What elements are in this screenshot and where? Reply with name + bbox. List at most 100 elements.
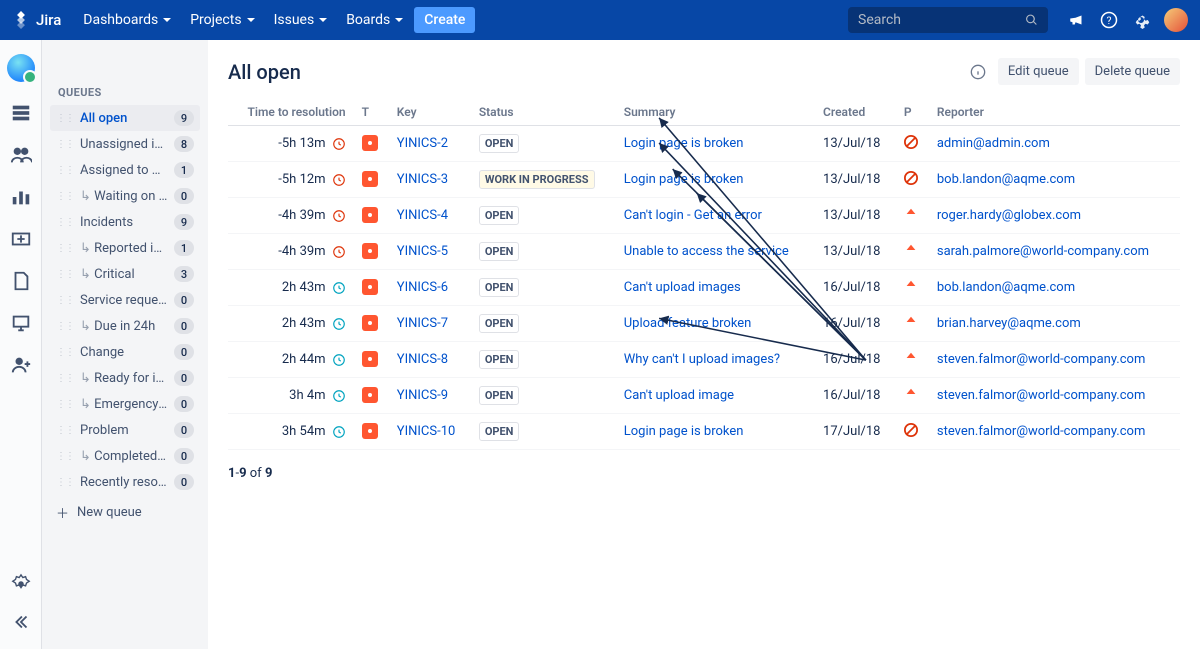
- queue-reported-in-the-la-[interactable]: ⋮⋮Reported in the la...1: [50, 235, 200, 261]
- col-t[interactable]: T: [354, 99, 389, 126]
- drag-handle-icon[interactable]: ⋮⋮: [56, 243, 74, 254]
- queue-critical[interactable]: ⋮⋮Critical3: [50, 261, 200, 287]
- table-row[interactable]: 2h 43mYINICS-7OPENUpload feature broken1…: [228, 306, 1180, 342]
- reports-icon[interactable]: [10, 186, 32, 208]
- info-icon[interactable]: [970, 64, 986, 80]
- summary-link[interactable]: Login page is broken: [624, 424, 744, 439]
- nav-dashboards[interactable]: Dashboards: [75, 7, 180, 33]
- queue-emergency-change[interactable]: ⋮⋮Emergency change0: [50, 391, 200, 417]
- kb-icon[interactable]: [10, 270, 32, 292]
- col-summary[interactable]: Summary: [616, 99, 815, 126]
- queue-completed-last-3-[interactable]: ⋮⋮Completed last 3...0: [50, 443, 200, 469]
- issue-key-link[interactable]: YINICS-4: [397, 208, 448, 223]
- summary-link[interactable]: Can't upload image: [624, 388, 734, 403]
- drag-handle-icon[interactable]: ⋮⋮: [56, 373, 74, 384]
- reporter-link[interactable]: admin@admin.com: [937, 136, 1050, 151]
- drag-handle-icon[interactable]: ⋮⋮: [56, 217, 74, 228]
- queue-unassigned-issues[interactable]: ⋮⋮Unassigned issues8: [50, 131, 200, 157]
- gear-icon[interactable]: [1132, 11, 1150, 29]
- nav-issues[interactable]: Issues: [266, 7, 337, 33]
- reporter-link[interactable]: roger.hardy@globex.com: [937, 208, 1081, 223]
- user-avatar[interactable]: [1164, 8, 1188, 32]
- reporter-link[interactable]: brian.harvey@aqme.com: [937, 316, 1081, 331]
- issue-key-link[interactable]: YINICS-8: [397, 352, 448, 367]
- invite-icon[interactable]: [10, 354, 32, 376]
- edit-queue-button[interactable]: Edit queue: [998, 58, 1079, 85]
- issue-key-link[interactable]: YINICS-2: [397, 136, 448, 151]
- summary-link[interactable]: Upload feature broken: [624, 316, 752, 331]
- issue-key-link[interactable]: YINICS-10: [397, 424, 456, 439]
- col-time-to-resolution[interactable]: Time to resolution: [228, 99, 354, 126]
- drag-handle-icon[interactable]: ⋮⋮: [56, 399, 74, 410]
- reporter-link[interactable]: steven.falmor@world-company.com: [937, 352, 1146, 367]
- drag-handle-icon[interactable]: ⋮⋮: [56, 451, 74, 462]
- search-input[interactable]: [858, 12, 1025, 28]
- create-button[interactable]: Create: [414, 7, 475, 33]
- queue-recently-resolved[interactable]: ⋮⋮Recently resolved0: [50, 469, 200, 495]
- col-p[interactable]: P: [896, 99, 929, 126]
- collapse-icon[interactable]: [10, 611, 32, 633]
- issue-key-link[interactable]: YINICS-9: [397, 388, 448, 403]
- drag-handle-icon[interactable]: ⋮⋮: [56, 347, 74, 358]
- nav-boards[interactable]: Boards: [338, 7, 412, 33]
- help-icon[interactable]: ?: [1100, 11, 1118, 29]
- reporter-link[interactable]: steven.falmor@world-company.com: [937, 424, 1146, 439]
- new-queue[interactable]: ＋ New queue: [50, 495, 200, 530]
- nav-projects[interactable]: Projects: [182, 7, 263, 33]
- issue-key-link[interactable]: YINICS-7: [397, 316, 448, 331]
- queue-incidents[interactable]: ⋮⋮Incidents9: [50, 209, 200, 235]
- delete-queue-button[interactable]: Delete queue: [1085, 58, 1180, 85]
- reporter-link[interactable]: bob.landon@aqme.com: [937, 172, 1075, 187]
- queues-icon[interactable]: [10, 102, 32, 124]
- settings-rail-icon[interactable]: [10, 573, 32, 595]
- drag-handle-icon[interactable]: ⋮⋮: [56, 321, 74, 332]
- drag-handle-icon[interactable]: ⋮⋮: [56, 165, 74, 176]
- issue-key-link[interactable]: YINICS-6: [397, 280, 448, 295]
- issue-key-link[interactable]: YINICS-3: [397, 172, 448, 187]
- table-row[interactable]: -4h 39mYINICS-5OPENUnable to access the …: [228, 234, 1180, 270]
- table-row[interactable]: 3h 54mYINICS-10OPENLogin page is broken1…: [228, 414, 1180, 450]
- reporter-link[interactable]: bob.landon@aqme.com: [937, 280, 1075, 295]
- channels-icon[interactable]: [10, 312, 32, 334]
- summary-link[interactable]: Login page is broken: [624, 136, 744, 151]
- table-row[interactable]: -4h 39mYINICS-4OPENCan't login - Get an …: [228, 198, 1180, 234]
- queue-change[interactable]: ⋮⋮Change0: [50, 339, 200, 365]
- col-status[interactable]: Status: [471, 99, 616, 126]
- megaphone-icon[interactable]: [1068, 11, 1086, 29]
- col-created[interactable]: Created: [815, 99, 896, 126]
- queue-service-requests[interactable]: ⋮⋮Service requests0: [50, 287, 200, 313]
- customers-icon[interactable]: [10, 144, 32, 166]
- table-row[interactable]: 2h 44mYINICS-8OPENWhy can't I upload ima…: [228, 342, 1180, 378]
- summary-link[interactable]: Why can't I upload images?: [624, 352, 780, 367]
- col-key[interactable]: Key: [389, 99, 471, 126]
- drag-handle-icon[interactable]: ⋮⋮: [56, 477, 74, 488]
- summary-link[interactable]: Login page is broken: [624, 172, 744, 187]
- summary-link[interactable]: Unable to access the service: [624, 244, 789, 259]
- reporter-link[interactable]: steven.falmor@world-company.com: [937, 388, 1146, 403]
- search-box[interactable]: [848, 7, 1048, 33]
- drag-handle-icon[interactable]: ⋮⋮: [56, 425, 74, 436]
- jira-logo[interactable]: Jira: [12, 11, 61, 29]
- drag-handle-icon[interactable]: ⋮⋮: [56, 295, 74, 306]
- raise-request-icon[interactable]: [10, 228, 32, 250]
- queue-problem[interactable]: ⋮⋮Problem0: [50, 417, 200, 443]
- drag-handle-icon[interactable]: ⋮⋮: [56, 191, 74, 202]
- queue-all-open[interactable]: ⋮⋮All open9: [50, 105, 200, 131]
- summary-link[interactable]: Can't login - Get an error: [624, 208, 762, 223]
- project-avatar[interactable]: [7, 54, 35, 82]
- reporter-link[interactable]: sarah.palmore@world-company.com: [937, 244, 1149, 259]
- queue-ready-for-implem-[interactable]: ⋮⋮Ready for implem...0: [50, 365, 200, 391]
- issue-key-link[interactable]: YINICS-5: [397, 244, 448, 259]
- table-row[interactable]: -5h 12mYINICS-3WORK IN PROGRESSLogin pag…: [228, 162, 1180, 198]
- drag-handle-icon[interactable]: ⋮⋮: [56, 139, 74, 150]
- table-row[interactable]: -5h 13mYINICS-2OPENLogin page is broken1…: [228, 126, 1180, 162]
- queue-waiting-on-me[interactable]: ⋮⋮Waiting on me0: [50, 183, 200, 209]
- col-reporter[interactable]: Reporter: [929, 99, 1180, 126]
- summary-link[interactable]: Can't upload images: [624, 280, 741, 295]
- table-row[interactable]: 2h 43mYINICS-6OPENCan't upload images16/…: [228, 270, 1180, 306]
- queue-due-in-24h[interactable]: ⋮⋮Due in 24h0: [50, 313, 200, 339]
- drag-handle-icon[interactable]: ⋮⋮: [56, 269, 74, 280]
- drag-handle-icon[interactable]: ⋮⋮: [56, 113, 74, 124]
- table-row[interactable]: 3h 4mYINICS-9OPENCan't upload image16/Ju…: [228, 378, 1180, 414]
- queue-assigned-to-me[interactable]: ⋮⋮Assigned to me1: [50, 157, 200, 183]
